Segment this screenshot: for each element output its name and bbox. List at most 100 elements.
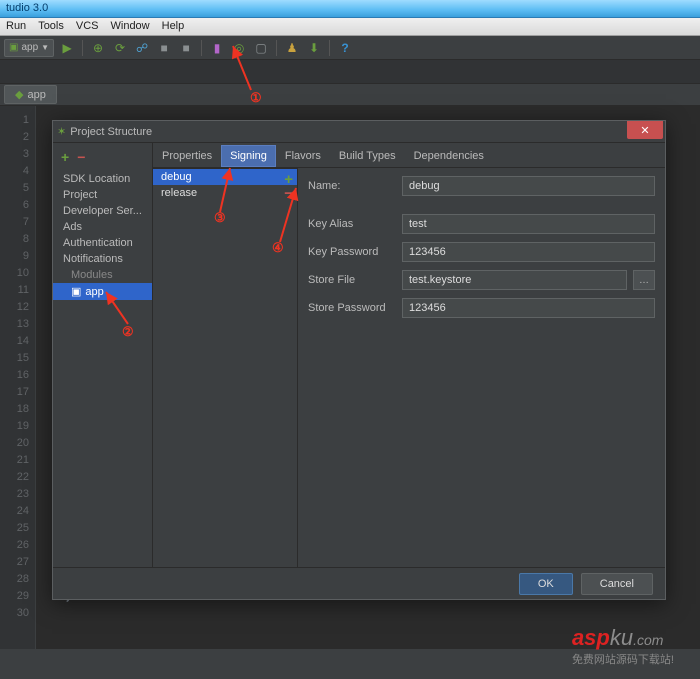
tab-signing[interactable]: Signing (221, 145, 276, 167)
line-number: 23 (6, 486, 29, 503)
sidebar-module-label: app (85, 286, 103, 298)
line-number: 13 (6, 316, 29, 333)
line-number: 4 (6, 163, 29, 180)
line-number: 25 (6, 520, 29, 537)
help-icon[interactable]: ? (336, 39, 354, 57)
line-number: 24 (6, 503, 29, 520)
store-file-field[interactable] (402, 270, 627, 290)
line-number: 14 (6, 333, 29, 350)
remove-module-icon[interactable]: − (77, 149, 85, 165)
tab-properties[interactable]: Properties (153, 145, 221, 167)
run-config-label: app (21, 42, 38, 53)
add-module-icon[interactable]: + (61, 149, 69, 165)
remove-config-icon[interactable]: − (284, 187, 293, 201)
sidebar-item-ads[interactable]: Ads (53, 219, 152, 235)
file-tab-label: app (27, 89, 45, 101)
android-icon: ▣ (9, 42, 18, 53)
line-number: 6 (6, 197, 29, 214)
menu-window[interactable]: Window (111, 20, 150, 33)
menu-bar: Run Tools VCS Window Help (0, 18, 700, 36)
menu-help[interactable]: Help (162, 20, 185, 33)
dialog-title: Project Structure (70, 126, 152, 138)
os-title-bar: tudio 3.0 (0, 0, 700, 18)
stop2-icon[interactable]: ■ (177, 39, 195, 57)
dialog-title-bar[interactable]: ✶ Project Structure ✕ (53, 121, 665, 143)
line-number-gutter: 1234567891011121314151617181920212223242… (0, 106, 36, 649)
sidebar-item-project[interactable]: Project (53, 187, 152, 203)
key-alias-field[interactable] (402, 214, 655, 234)
config-item-release[interactable]: release (153, 185, 297, 201)
line-number: 28 (6, 571, 29, 588)
line-number: 1 (6, 112, 29, 129)
store-password-field[interactable] (402, 298, 655, 318)
line-number: 18 (6, 401, 29, 418)
store-password-label: Store Password (308, 302, 396, 314)
name-field[interactable] (402, 176, 655, 196)
key-password-label: Key Password (308, 246, 396, 258)
dialog-close-button[interactable]: ✕ (627, 121, 663, 139)
line-number: 27 (6, 554, 29, 571)
menu-tools[interactable]: Tools (38, 20, 64, 33)
project-structure-dialog: ✶ Project Structure ✕ + − SDK Location P… (52, 120, 666, 600)
sidebar-item-notifications[interactable]: Notifications (53, 251, 152, 267)
line-number: 2 (6, 129, 29, 146)
tab-buildtypes[interactable]: Build Types (330, 145, 405, 167)
file-tab-app[interactable]: ◆ app (4, 85, 57, 104)
line-number: 9 (6, 248, 29, 265)
store-file-browse-button[interactable]: … (633, 270, 655, 290)
line-number: 19 (6, 418, 29, 435)
line-number: 8 (6, 231, 29, 248)
profile-icon[interactable]: ⟳ (111, 39, 129, 57)
tab-dependencies[interactable]: Dependencies (405, 145, 493, 167)
debug-icon[interactable]: ⊕ (89, 39, 107, 57)
stop-icon[interactable]: ■ (155, 39, 173, 57)
line-number: 11 (6, 282, 29, 299)
line-number: 21 (6, 452, 29, 469)
menu-vcs[interactable]: VCS (76, 20, 99, 33)
chevron-down-icon: ▼ (41, 43, 49, 52)
line-number: 26 (6, 537, 29, 554)
toolbar-sep (82, 40, 83, 56)
line-number: 29 (6, 588, 29, 605)
line-number: 3 (6, 146, 29, 163)
run-icon[interactable]: ▶ (58, 39, 76, 57)
line-number: 30 (6, 605, 29, 622)
line-number: 16 (6, 367, 29, 384)
sidebar-modules-header: Modules (53, 267, 152, 283)
sidebar-item-auth[interactable]: Authentication (53, 235, 152, 251)
config-item-debug[interactable]: debug (153, 169, 297, 185)
signing-form: Name: Key Alias Key Password (298, 168, 665, 567)
project-structure-icon[interactable]: ▢ (252, 39, 270, 57)
sidebar-item-devservices[interactable]: Developer Ser... (53, 203, 152, 219)
attach-icon[interactable]: ☍ (133, 39, 151, 57)
line-number: 17 (6, 384, 29, 401)
menu-run[interactable]: Run (6, 20, 26, 33)
signing-config-list: + − debug release (153, 168, 298, 567)
module-folder-icon: ▣ (71, 285, 81, 298)
avd-icon[interactable]: ▮ (208, 39, 226, 57)
sidebar-module-app[interactable]: ▣ app (53, 283, 152, 300)
close-icon: ✕ (640, 124, 649, 137)
ide-window: tudio 3.0 Run Tools VCS Window Help ▣ ap… (0, 0, 700, 679)
line-number: 7 (6, 214, 29, 231)
line-number: 12 (6, 299, 29, 316)
main-toolbar: ▣ app ▼ ▶ ⊕ ⟳ ☍ ■ ■ ▮ ◎ ▢ ♟ ⬇ ? (0, 36, 700, 60)
sdk-icon[interactable]: ◎ (230, 39, 248, 57)
ellipsis-icon: … (639, 275, 649, 286)
sync-icon[interactable]: ♟ (283, 39, 301, 57)
run-config-combo[interactable]: ▣ app ▼ (4, 39, 54, 57)
line-number: 20 (6, 435, 29, 452)
store-file-label: Store File (308, 274, 396, 286)
sidebar-add-remove: + − (53, 149, 152, 171)
sidebar-item-sdk[interactable]: SDK Location (53, 171, 152, 187)
key-password-field[interactable] (402, 242, 655, 262)
cancel-button[interactable]: Cancel (581, 573, 653, 595)
dialog-footer: OK Cancel (53, 567, 665, 599)
name-label: Name: (308, 180, 396, 192)
tab-flavors[interactable]: Flavors (276, 145, 330, 167)
ok-button[interactable]: OK (519, 573, 573, 595)
toolbar-sep-2 (201, 40, 202, 56)
key-alias-label: Key Alias (308, 218, 396, 230)
gradle-icon[interactable]: ⬇ (305, 39, 323, 57)
line-number: 5 (6, 180, 29, 197)
